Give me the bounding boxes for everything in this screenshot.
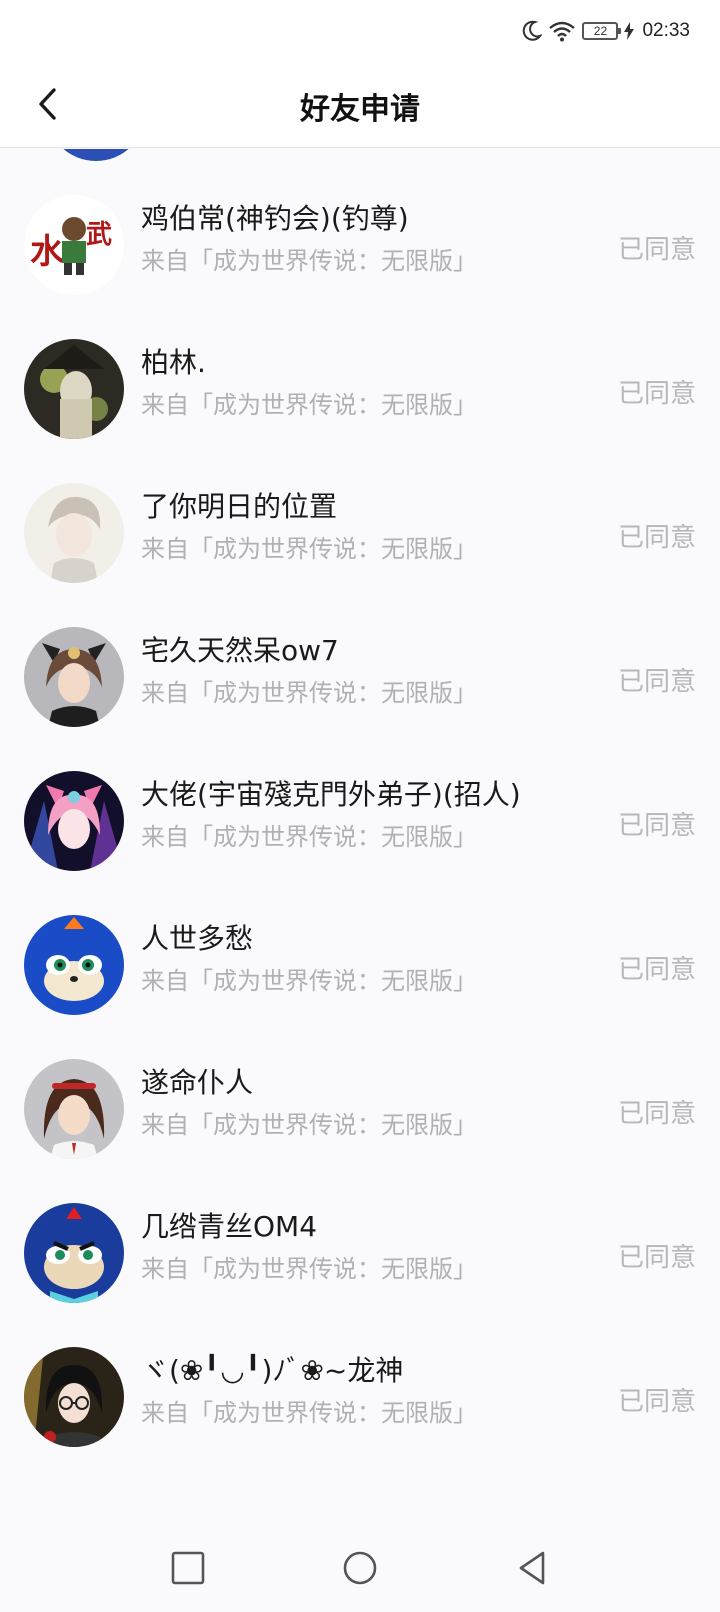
friend-request-list[interactable]: 水 武 鸡伯常(神钓会)(钓尊) 来自「成为世界传说：无限版」 已同意 柏林. … xyxy=(0,149,720,1516)
status-bar: 22 02:33 xyxy=(0,0,720,62)
clock: 02:33 xyxy=(642,20,690,41)
list-item[interactable]: 宅久天然呆ow7 来自「成为世界传说：无限版」 已同意 xyxy=(0,603,720,751)
status-badge: 已同意 xyxy=(617,811,696,841)
avatar[interactable] xyxy=(24,627,124,727)
status-badge: 已同意 xyxy=(617,523,696,553)
list-item[interactable]: 遂命仆人 来自「成为世界传说：无限版」 已同意 xyxy=(0,1035,720,1183)
status-badge: 已同意 xyxy=(617,667,696,697)
svg-text:水: 水 xyxy=(30,232,65,272)
request-source: 来自「成为世界传说：无限版」 xyxy=(141,1111,477,1139)
wifi-icon xyxy=(548,20,576,42)
requester-name: 遂命仆人 xyxy=(141,1066,254,1099)
requester-name: 大佬(宇宙殘克門外弟子)(招人) xyxy=(141,778,521,811)
back-triangle-icon xyxy=(519,1551,545,1585)
avatar[interactable] xyxy=(24,1059,124,1159)
requester-name: 柏林. xyxy=(141,346,206,379)
home-icon xyxy=(343,1551,377,1585)
status-badge: 已同意 xyxy=(617,235,696,265)
request-source: 来自「成为世界传说：无限版」 xyxy=(141,823,477,851)
avatar[interactable] xyxy=(24,339,124,439)
moon-icon xyxy=(522,20,543,42)
requester-name: 鸡伯常(神钓会)(钓尊) xyxy=(141,202,409,235)
page-title: 好友申请 xyxy=(300,92,420,127)
avatar[interactable] xyxy=(24,915,124,1015)
avatar[interactable] xyxy=(24,483,124,583)
requester-name: 了你明日的位置 xyxy=(141,490,338,523)
screen: 22 02:33 好友申请 水 武 鸡伯常(神钓会)(钓尊) 来自「成为世界传说… xyxy=(0,0,720,1612)
list-item[interactable]: ヾ(❀╹◡╹)ﾉﾞ❀~龙神 来自「成为世界传说：无限版」 已同意 xyxy=(0,1323,720,1471)
status-badge: 已同意 xyxy=(617,1243,696,1273)
list-item[interactable]: 了你明日的位置 来自「成为世界传说：无限版」 已同意 xyxy=(0,459,720,607)
requester-name: 人世多愁 xyxy=(141,922,254,955)
status-icons: 22 02:33 xyxy=(522,18,690,44)
request-source: 来自「成为世界传说：无限版」 xyxy=(141,391,477,419)
battery-level: 22 xyxy=(593,24,608,38)
list-item[interactable]: 大佬(宇宙殘克門外弟子)(招人) 来自「成为世界传说：无限版」 已同意 xyxy=(0,747,720,895)
request-source: 来自「成为世界传说：无限版」 xyxy=(141,535,477,563)
list-item[interactable]: 水 武 鸡伯常(神钓会)(钓尊) 来自「成为世界传说：无限版」 已同意 xyxy=(0,171,720,319)
charging-icon xyxy=(624,22,635,40)
list-item[interactable]: 柏林. 来自「成为世界传说：无限版」 已同意 xyxy=(0,315,720,463)
avatar[interactable] xyxy=(24,1203,124,1303)
requester-name: ヾ(❀╹◡╹)ﾉﾞ❀~龙神 xyxy=(141,1354,404,1387)
recent-apps-button[interactable] xyxy=(168,1548,208,1588)
avatar[interactable] xyxy=(24,1347,124,1447)
system-back-button[interactable] xyxy=(512,1548,552,1588)
request-source: 来自「成为世界传说：无限版」 xyxy=(141,1399,477,1427)
request-source: 来自「成为世界传说：无限版」 xyxy=(141,1255,477,1283)
status-badge: 已同意 xyxy=(617,1387,696,1417)
list-item[interactable]: 几绺青丝OM4 来自「成为世界传说：无限版」 已同意 xyxy=(0,1179,720,1327)
battery-icon: 22 xyxy=(582,22,622,40)
avatar[interactable] xyxy=(24,771,124,871)
request-source: 来自「成为世界传说：无限版」 xyxy=(141,679,477,707)
requester-name: 几绺青丝OM4 xyxy=(141,1210,318,1243)
requester-name: 宅久天然呆ow7 xyxy=(141,634,339,667)
header: 好友申请 xyxy=(0,62,720,148)
request-source: 来自「成为世界传说：无限版」 xyxy=(141,967,477,995)
system-nav-bar xyxy=(0,1516,720,1612)
status-badge: 已同意 xyxy=(617,1099,696,1129)
recent-apps-icon xyxy=(171,1551,205,1585)
home-button[interactable] xyxy=(340,1548,380,1588)
list-item[interactable]: 人世多愁 来自「成为世界传说：无限版」 已同意 xyxy=(0,891,720,1039)
avatar xyxy=(46,149,146,161)
svg-text:武: 武 xyxy=(86,220,112,250)
status-badge: 已同意 xyxy=(617,955,696,985)
avatar[interactable]: 水 武 xyxy=(24,195,124,295)
request-source: 来自「成为世界传说：无限版」 xyxy=(141,247,477,275)
status-badge: 已同意 xyxy=(617,379,696,409)
